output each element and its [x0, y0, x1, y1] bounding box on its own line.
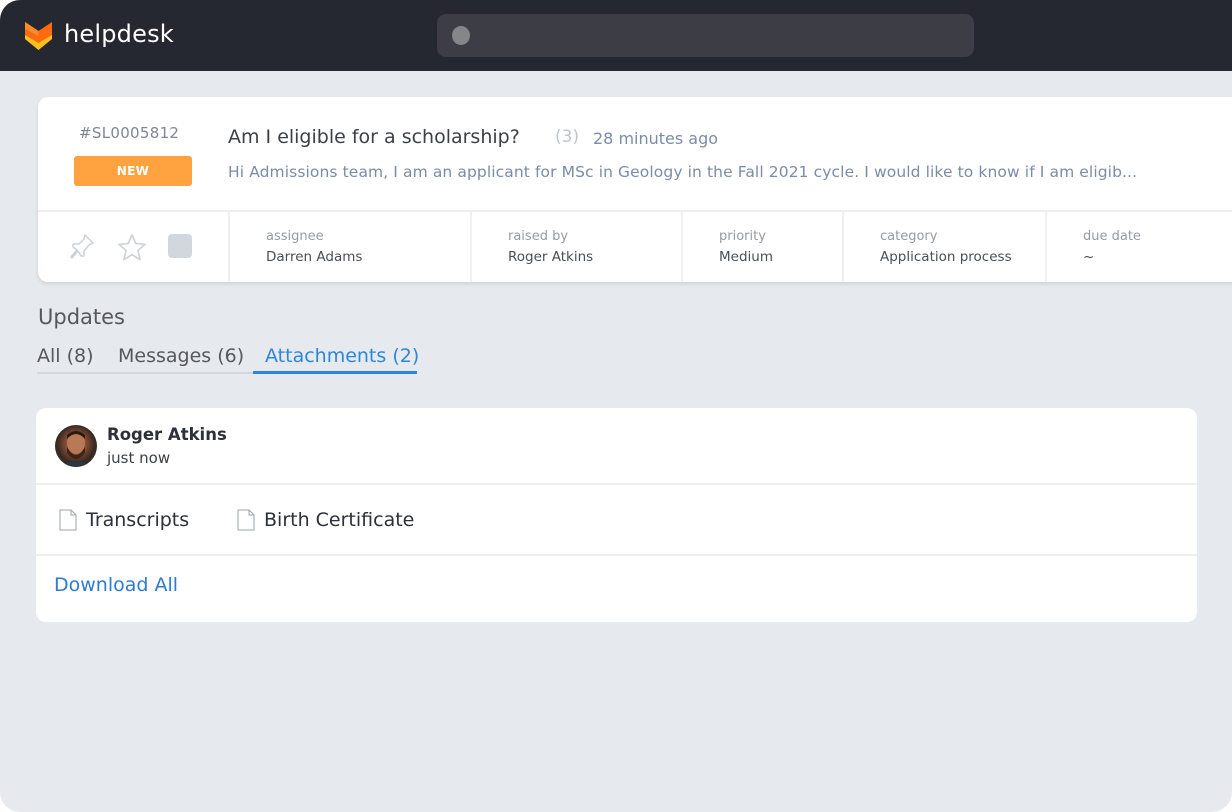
meta-label: category	[880, 229, 938, 244]
search-input[interactable]	[437, 14, 974, 57]
file-icon	[237, 509, 255, 531]
meta-due-date[interactable]: due date ~	[1045, 212, 1232, 282]
meta-value: Darren Adams	[266, 249, 363, 265]
updates-tabs: All (8) Messages (6) Attachments (2)	[37, 343, 419, 375]
ticket-id: #SL0005812	[79, 124, 180, 142]
update-author[interactable]: Roger Atkins	[107, 425, 227, 444]
search-icon	[452, 26, 470, 45]
fox-logo-icon[interactable]	[25, 22, 52, 50]
select-checkbox[interactable]	[168, 234, 192, 258]
meta-priority[interactable]: priority Medium	[681, 212, 842, 282]
ticket-preview: Hi Admissions team, I am an applicant fo…	[228, 163, 1138, 181]
download-all-link[interactable]: Download All	[54, 574, 178, 596]
pin-icon[interactable]	[68, 232, 96, 262]
brand-name: helpdesk	[64, 20, 174, 48]
meta-assignee[interactable]: assignee Darren Adams	[228, 212, 470, 282]
active-tab-indicator	[253, 371, 417, 374]
avatar[interactable]	[55, 425, 97, 467]
update-item: Roger Atkins just now Transcripts Birth …	[36, 408, 1197, 622]
attachment-name: Birth Certificate	[264, 509, 415, 531]
star-icon[interactable]	[117, 233, 147, 261]
ticket-meta: assignee Darren Adams raised by Roger At…	[38, 210, 1232, 282]
file-icon	[59, 509, 77, 531]
ticket-message-count: (3)	[555, 127, 580, 147]
updates-heading: Updates	[38, 305, 125, 329]
attachment-name: Transcripts	[86, 509, 190, 531]
tab-messages[interactable]: Messages (6)	[118, 345, 244, 367]
meta-value: Medium	[719, 249, 773, 265]
status-badge: NEW	[74, 156, 192, 186]
ticket-title[interactable]: Am I eligible for a scholarship?	[228, 126, 520, 148]
meta-value: ~	[1083, 249, 1095, 265]
meta-value: Roger Atkins	[508, 249, 594, 265]
tab-attachments[interactable]: Attachments (2)	[265, 345, 419, 367]
meta-label: due date	[1083, 229, 1141, 244]
meta-raised-by[interactable]: raised by Roger Atkins	[470, 212, 681, 282]
meta-label: assignee	[266, 229, 324, 244]
app-window: helpdesk #SL0005812 NEW Am I eligible fo…	[0, 0, 1232, 812]
ticket-timestamp: 28 minutes ago	[593, 129, 719, 148]
avatar-photo-icon	[61, 431, 91, 467]
tab-all[interactable]: All (8)	[37, 345, 94, 367]
ticket-card[interactable]: #SL0005812 NEW Am I eligible for a schol…	[38, 97, 1232, 282]
meta-label: raised by	[508, 229, 569, 244]
update-time: just now	[107, 449, 171, 467]
divider	[36, 554, 1197, 556]
top-bar: helpdesk	[0, 0, 1232, 71]
divider	[36, 483, 1197, 485]
meta-category[interactable]: category Application process	[842, 212, 1045, 282]
tabs-baseline	[37, 372, 253, 374]
meta-label: priority	[719, 229, 766, 244]
meta-value: Application process	[880, 249, 1012, 265]
